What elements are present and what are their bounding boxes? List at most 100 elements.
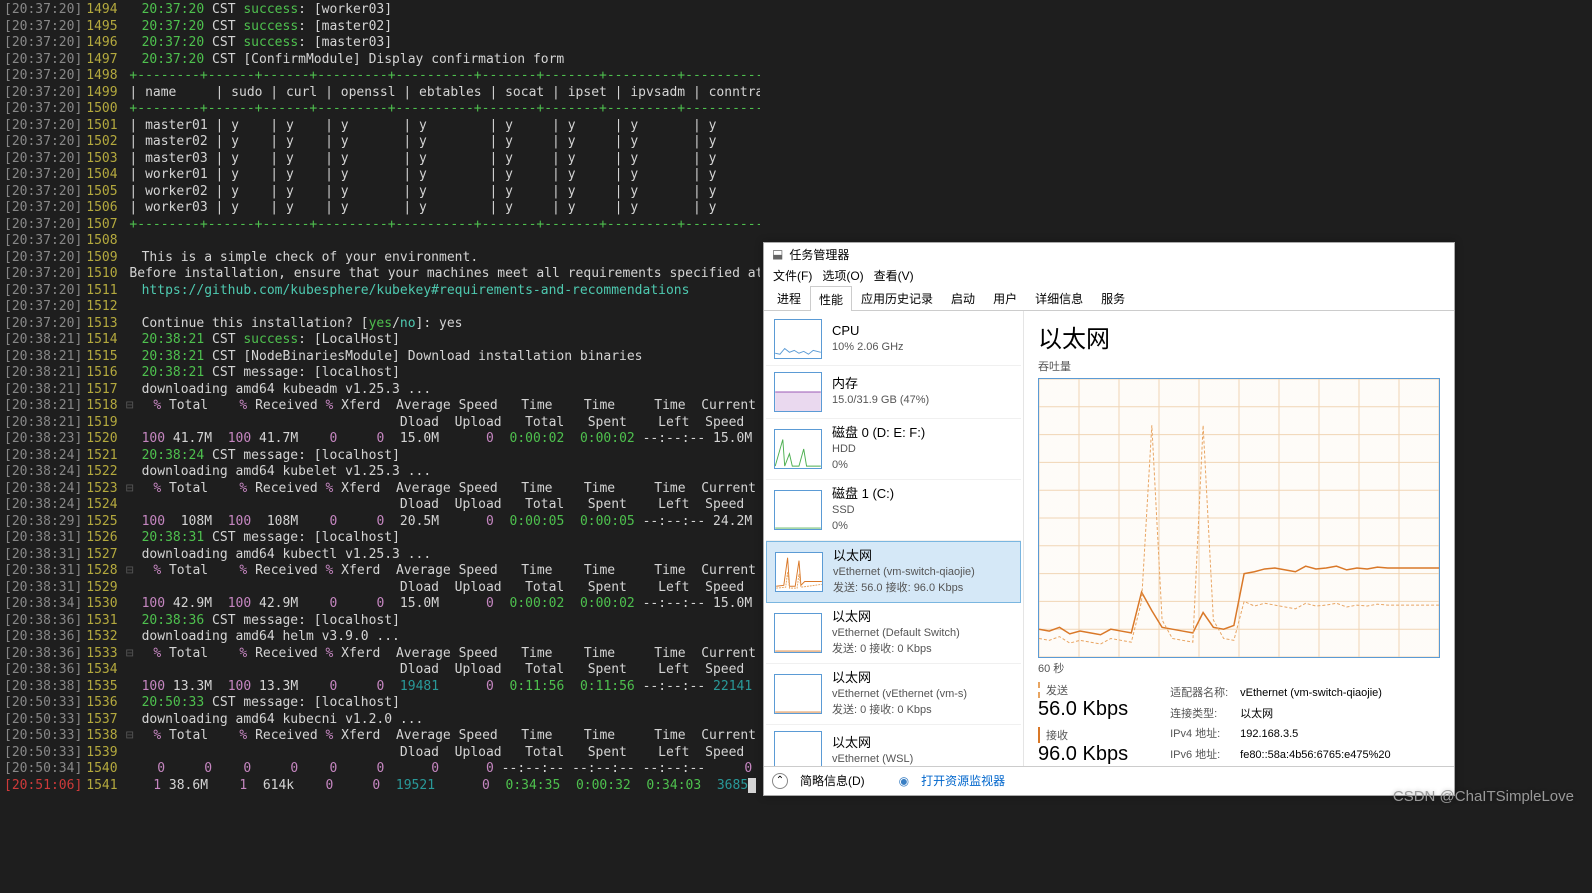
log-line: [20:38:29]1525 100 108M 100 108M 0 0 20.… [4, 514, 756, 531]
log-line: [20:37:20]1494 20:37:20 CST success: [wo… [4, 2, 756, 19]
log-line: [20:38:23]1520 100 41.7M 100 41.7M 0 0 1… [4, 431, 756, 448]
sidebar-card[interactable]: 以太网 vEthernet (Default Switch)发送: 0 接收: … [766, 603, 1021, 664]
menu-item[interactable]: 文件(F) [769, 265, 816, 285]
performance-sidebar[interactable]: CPU 10% 2.06 GHz 内存 15.0/31.9 GB (47%) 磁… [764, 311, 1024, 766]
log-line: [20:38:21]1519 Dload Upload Total Spent … [4, 415, 756, 432]
sidebar-card[interactable]: CPU 10% 2.06 GHz [766, 313, 1021, 366]
card-title: 以太网 [832, 735, 913, 751]
thumbnail-chart [774, 372, 822, 412]
card-title: 磁盘 1 (C:) [832, 486, 894, 502]
card-subtitle: 10% 2.06 GHz [832, 339, 904, 355]
thumbnail-chart [774, 731, 822, 766]
log-line: [20:38:38]1535 100 13.3M 100 13.3M 0 0 1… [4, 679, 756, 696]
card-subtitle: vEthernet (vEthernet (vm-s)发送: 0 接收: 0 K… [832, 686, 967, 718]
card-subtitle: vEthernet (WSL) [832, 751, 913, 766]
tab-用户[interactable]: 用户 [984, 285, 1026, 310]
brief-info-link[interactable]: 简略信息(D) [800, 772, 865, 789]
log-line: [20:37:20]1513 Continue this installatio… [4, 316, 756, 333]
menu-item[interactable]: 查看(V) [870, 265, 918, 285]
log-line: [20:38:21]1518⊟ % Total % Received % Xfe… [4, 398, 756, 415]
tab-服务[interactable]: 服务 [1092, 285, 1134, 310]
chevron-up-icon[interactable]: ⌃ [772, 773, 788, 789]
menu-item[interactable]: 选项(O) [818, 265, 867, 285]
thumbnail-chart [774, 613, 822, 653]
page-title: 以太网 [1038, 319, 1440, 354]
terminal-output[interactable]: [20:37:20]1494 20:37:20 CST success: [wo… [0, 0, 760, 893]
log-line: [20:37:20]1508 [4, 233, 756, 250]
card-subtitle: vEthernet (Default Switch)发送: 0 接收: 0 Kb… [832, 625, 960, 657]
card-title: 以太网 [832, 609, 960, 625]
log-line: [20:38:36]1531 20:38:36 CST message: [lo… [4, 613, 756, 630]
log-line: [20:38:24]1524 Dload Upload Total Spent … [4, 497, 756, 514]
log-line: [20:38:21]1517 downloading amd64 kubeadm… [4, 382, 756, 399]
thumbnail-chart [775, 552, 823, 592]
performance-main: 以太网 吞吐量 60 秒 发送 56.0 Kbps 接收 9 [1024, 311, 1454, 766]
card-title: CPU [832, 323, 904, 339]
tab-启动[interactable]: 启动 [942, 285, 984, 310]
recv-label: 接收 [1038, 727, 1128, 743]
card-title: 以太网 [832, 670, 967, 686]
log-line: [20:37:20]1506 | worker03 | y | y | y | … [4, 200, 756, 217]
log-line: [20:37:20]1499 | name | sudo | curl | op… [4, 85, 756, 102]
log-line: [20:50:33]1537 downloading amd64 kubecni… [4, 712, 756, 729]
log-line: [20:38:36]1532 downloading amd64 helm v3… [4, 629, 756, 646]
log-line: [20:37:20]1509 This is a simple check of… [4, 250, 756, 267]
log-line: [20:38:24]1523⊟ % Total % Received % Xfe… [4, 481, 756, 498]
card-subtitle: 15.0/31.9 GB (47%) [832, 392, 929, 408]
thumbnail-chart [774, 490, 822, 530]
card-title: 磁盘 0 (D: E: F:) [832, 425, 925, 441]
sidebar-card[interactable]: 内存 15.0/31.9 GB (47%) [766, 366, 1021, 419]
log-line: [20:37:20]1512 [4, 299, 756, 316]
recv-value: 96.0 Kbps [1038, 743, 1128, 766]
log-line: [20:37:20]1501 | master01 | y | y | y | … [4, 118, 756, 135]
thumbnail-chart [774, 319, 822, 359]
log-line: [20:37:20]1500 +--------+------+------+-… [4, 101, 756, 118]
log-line: [20:38:21]1516 20:38:21 CST message: [lo… [4, 365, 756, 382]
tab-详细信息[interactable]: 详细信息 [1026, 285, 1092, 310]
log-line: [20:37:20]1497 20:37:20 CST [ConfirmModu… [4, 52, 756, 69]
card-subtitle: SSD0% [832, 502, 894, 534]
sidebar-card[interactable]: 磁盘 0 (D: E: F:) HDD0% [766, 419, 1021, 480]
log-line: [20:50:33]1538⊟ % Total % Received % Xfe… [4, 728, 756, 745]
open-resource-monitor-link[interactable]: 打开资源监视器 [921, 772, 1005, 789]
log-line: [20:38:34]1530 100 42.9M 100 42.9M 0 0 1… [4, 596, 756, 613]
log-line: [20:37:20]1504 | worker01 | y | y | y | … [4, 167, 756, 184]
tab-应用历史记录[interactable]: 应用历史记录 [852, 285, 942, 310]
log-line: [20:37:20]1511 https://github.com/kubesp… [4, 283, 756, 300]
log-line: [20:38:36]1533⊟ % Total % Received % Xfe… [4, 646, 756, 663]
chart-x-label: 60 秒 [1038, 660, 1440, 676]
app-icon: ⬓ [772, 247, 783, 261]
sidebar-card[interactable]: 以太网 vEthernet (vEthernet (vm-s)发送: 0 接收:… [766, 664, 1021, 725]
log-line: [20:37:20]1505 | worker02 | y | y | y | … [4, 184, 756, 201]
card-subtitle: vEthernet (vm-switch-qiaojie)发送: 56.0 接收… [833, 564, 975, 596]
log-line: [20:37:20]1496 20:37:20 CST success: [ma… [4, 35, 756, 52]
log-line: [20:37:20]1502 | master02 | y | y | y | … [4, 134, 756, 151]
log-line: [20:38:31]1526 20:38:31 CST message: [lo… [4, 530, 756, 547]
send-value: 56.0 Kbps [1038, 698, 1128, 721]
log-line: [20:37:20]1498 +--------+------+------+-… [4, 68, 756, 85]
watermark: CSDN @ChaITSimpleLove [1393, 788, 1574, 805]
tabs-bar: 进程性能应用历史记录启动用户详细信息服务 [764, 285, 1454, 311]
log-line: [20:37:20]1510 Before installation, ensu… [4, 266, 756, 283]
card-title: 内存 [832, 376, 929, 392]
sidebar-card[interactable]: 以太网 vEthernet (WSL) [766, 725, 1021, 766]
tab-进程[interactable]: 进程 [768, 285, 810, 310]
throughput-chart [1038, 378, 1440, 658]
sidebar-card[interactable]: 以太网 vEthernet (vm-switch-qiaojie)发送: 56.… [766, 541, 1021, 603]
log-line: [20:38:36]1534 Dload Upload Total Spent … [4, 662, 756, 679]
status-bar: ⌃ 简略信息(D) ◉ 打开资源监视器 [764, 766, 1454, 794]
log-line: [20:38:24]1522 downloading amd64 kubelet… [4, 464, 756, 481]
log-line: [20:38:31]1527 downloading amd64 kubectl… [4, 547, 756, 564]
log-line: [20:37:20]1495 20:37:20 CST success: [ma… [4, 19, 756, 36]
send-label: 发送 [1038, 682, 1128, 698]
log-line: [20:38:31]1528⊟ % Total % Received % Xfe… [4, 563, 756, 580]
menu-bar[interactable]: 文件(F)选项(O)查看(V) [764, 265, 1454, 285]
thumbnail-chart [774, 429, 822, 469]
sidebar-card[interactable]: 磁盘 1 (C:) SSD0% [766, 480, 1021, 541]
log-line: [20:37:20]1507 +--------+------+------+-… [4, 217, 756, 234]
monitor-icon: ◉ [899, 774, 909, 788]
log-line: [20:38:24]1521 20:38:24 CST message: [lo… [4, 448, 756, 465]
tab-性能[interactable]: 性能 [810, 286, 852, 311]
window-titlebar[interactable]: ⬓ 任务管理器 [764, 243, 1454, 265]
task-manager-window: ⬓ 任务管理器 文件(F)选项(O)查看(V) 进程性能应用历史记录启动用户详细… [763, 242, 1455, 796]
